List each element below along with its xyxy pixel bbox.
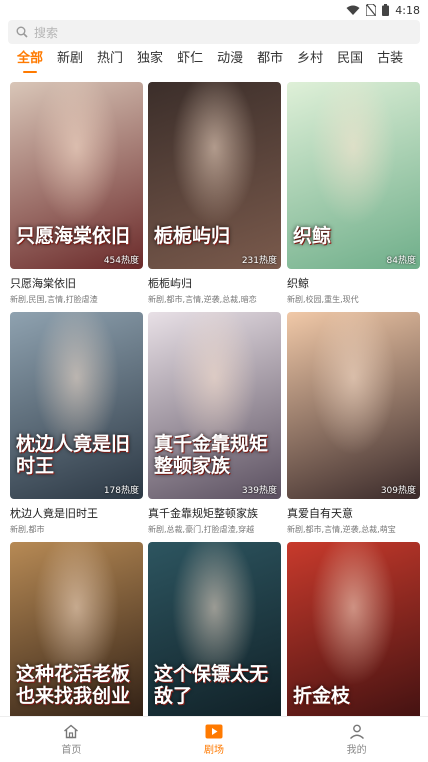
drama-poster[interactable]: 309热度 bbox=[287, 312, 420, 499]
home-icon bbox=[64, 724, 79, 738]
drama-tags: 新剧,总裁,豪门,打脸虐渣,穿越 bbox=[148, 525, 255, 534]
drama-card[interactable]: 织鲸 84热度 织鲸 新剧,校园,重生,现代 bbox=[287, 82, 420, 305]
drama-card[interactable]: 折金枝 bbox=[287, 542, 420, 738]
poster-title-art: 织鲸 bbox=[293, 225, 332, 247]
drama-card[interactable]: 只愿海棠依旧 454热度 只愿海棠依旧 新剧,民国,言情,打脸虐渣 bbox=[10, 82, 143, 305]
tab-5[interactable]: 动漫 bbox=[217, 49, 243, 69]
tab-8[interactable]: 民国 bbox=[337, 49, 363, 69]
drama-poster[interactable]: 真千金靠规矩整顿家族 339热度 bbox=[148, 312, 281, 499]
drama-card[interactable]: 这种花活老板也来找我创业 bbox=[10, 542, 143, 738]
tab-2[interactable]: 热门 bbox=[97, 49, 123, 69]
drama-title: 真千金靠规矩整顿家族 bbox=[148, 507, 258, 520]
drama-tags: 新剧,都市,言情,逆袭,总裁,暗恋 bbox=[148, 295, 257, 304]
poster-title-art: 枕边人竟是旧时王 bbox=[16, 433, 131, 477]
poster-title-art: 真千金靠规矩整顿家族 bbox=[154, 433, 269, 477]
drama-card[interactable]: 这个保镖太无敌了 bbox=[148, 542, 281, 738]
drama-poster[interactable]: 这个保镖太无敌了 bbox=[148, 542, 281, 729]
drama-card[interactable]: 309热度真爱自有天意新剧,都市,言情,逆袭,总裁,萌宝 bbox=[287, 312, 420, 535]
heat-count: 84热度 bbox=[386, 256, 416, 266]
poster-title-art: 栀栀屿归 bbox=[154, 225, 231, 247]
drama-poster[interactable]: 枕边人竟是旧时王 178热度 bbox=[10, 312, 143, 499]
drama-poster[interactable]: 织鲸 84热度 bbox=[287, 82, 420, 269]
poster-title-art: 这种花活老板也来找我创业 bbox=[16, 663, 131, 707]
tab-7[interactable]: 乡村 bbox=[297, 49, 323, 69]
drama-card[interactable]: 真千金靠规矩整顿家族 339热度 真千金靠规矩整顿家族 新剧,总裁,豪门,打脸虐渣,穿… bbox=[148, 312, 281, 535]
tab-6[interactable]: 都市 bbox=[257, 49, 283, 69]
nav-profile[interactable]: 我的 bbox=[285, 717, 428, 762]
nav-home[interactable]: 首页 bbox=[0, 717, 143, 762]
bottom-nav: 首页 剧场 我的 bbox=[0, 716, 428, 762]
nav-home-label: 首页 bbox=[61, 744, 82, 756]
drama-card[interactable]: 栀栀屿归 231热度 栀栀屿归 新剧,都市,言情,逆袭,总裁,暗恋 bbox=[148, 82, 281, 305]
nav-theater[interactable]: 剧场 bbox=[143, 717, 286, 762]
heat-count: 309热度 bbox=[380, 486, 416, 496]
status-bar: 4:18 bbox=[0, 0, 428, 20]
drama-poster[interactable]: 这种花活老板也来找我创业 bbox=[10, 542, 143, 729]
poster-title-art: 折金枝 bbox=[293, 685, 351, 707]
no-sim-icon bbox=[366, 4, 377, 16]
drama-title: 栀栀屿归 bbox=[148, 277, 192, 290]
theater-play-icon bbox=[205, 724, 223, 738]
battery-icon bbox=[382, 4, 390, 16]
nav-theater-label: 剧场 bbox=[204, 744, 224, 756]
drama-title: 枕边人竟是旧时王 bbox=[10, 507, 98, 520]
poster-title-art: 只愿海棠依旧 bbox=[16, 225, 131, 247]
search-icon bbox=[16, 26, 28, 38]
heat-count: 178热度 bbox=[103, 486, 139, 496]
drama-poster[interactable]: 只愿海棠依旧 454热度 bbox=[10, 82, 143, 269]
tab-4[interactable]: 虾仁 bbox=[177, 49, 203, 69]
tab-3[interactable]: 独家 bbox=[137, 49, 163, 69]
wifi-icon bbox=[346, 5, 360, 15]
nav-profile-label: 我的 bbox=[346, 744, 367, 756]
drama-title: 只愿海棠依旧 bbox=[10, 277, 76, 290]
heat-count: 454热度 bbox=[103, 256, 139, 266]
drama-poster[interactable]: 折金枝 bbox=[287, 542, 420, 729]
drama-tags: 新剧,民国,言情,打脸虐渣 bbox=[10, 295, 98, 304]
drama-tags: 新剧,都市,言情,逆袭,总裁,萌宝 bbox=[287, 525, 396, 534]
drama-tags: 新剧,都市 bbox=[10, 525, 45, 534]
drama-title: 真爱自有天意 bbox=[287, 507, 353, 520]
drama-card[interactable]: 枕边人竟是旧时王 178热度 枕边人竟是旧时王 新剧,都市 bbox=[10, 312, 143, 535]
drama-title: 织鲸 bbox=[287, 277, 309, 290]
status-time: 4:18 bbox=[395, 3, 420, 17]
search-bar[interactable]: 搜索 bbox=[8, 20, 420, 44]
heat-count: 339热度 bbox=[241, 486, 277, 496]
search-placeholder: 搜索 bbox=[34, 25, 59, 40]
tab-1[interactable]: 新剧 bbox=[57, 49, 83, 69]
tab-0[interactable]: 全部 bbox=[17, 49, 43, 69]
heat-count: 231热度 bbox=[241, 256, 277, 266]
poster-title-art: 这个保镖太无敌了 bbox=[154, 663, 269, 707]
profile-icon bbox=[349, 724, 364, 739]
category-tabs: 全部 新剧 热门 独家 虾仁 动漫 都市 乡村 民国 古装 bbox=[0, 49, 428, 75]
poster-artwork bbox=[287, 312, 420, 499]
drama-tags: 新剧,校园,重生,现代 bbox=[287, 295, 359, 304]
tab-9[interactable]: 古装 bbox=[377, 49, 403, 69]
drama-poster[interactable]: 栀栀屿归 231热度 bbox=[148, 82, 281, 269]
